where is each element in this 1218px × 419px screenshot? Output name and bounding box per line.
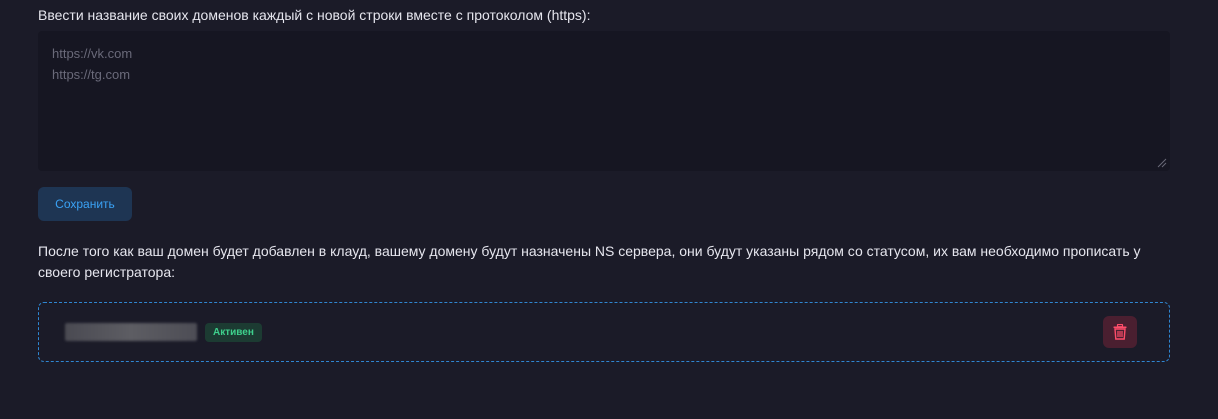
trash-icon xyxy=(1113,324,1127,340)
domains-label: Ввести название своих доменов каждый с н… xyxy=(38,7,591,23)
domain-list-item: Активен xyxy=(38,302,1170,362)
ns-info-text: После того как ваш домен будет добавлен … xyxy=(38,243,1141,280)
status-badge: Активен xyxy=(205,323,262,342)
save-button[interactable]: Сохранить xyxy=(38,187,132,221)
domains-textarea[interactable]: https://vk.com https://tg.com xyxy=(38,31,1170,171)
delete-domain-button[interactable] xyxy=(1103,316,1137,348)
domain-name-redacted xyxy=(65,323,197,341)
resize-handle-icon[interactable] xyxy=(1155,156,1167,168)
domains-textarea-placeholder: https://vk.com https://tg.com xyxy=(52,46,133,82)
